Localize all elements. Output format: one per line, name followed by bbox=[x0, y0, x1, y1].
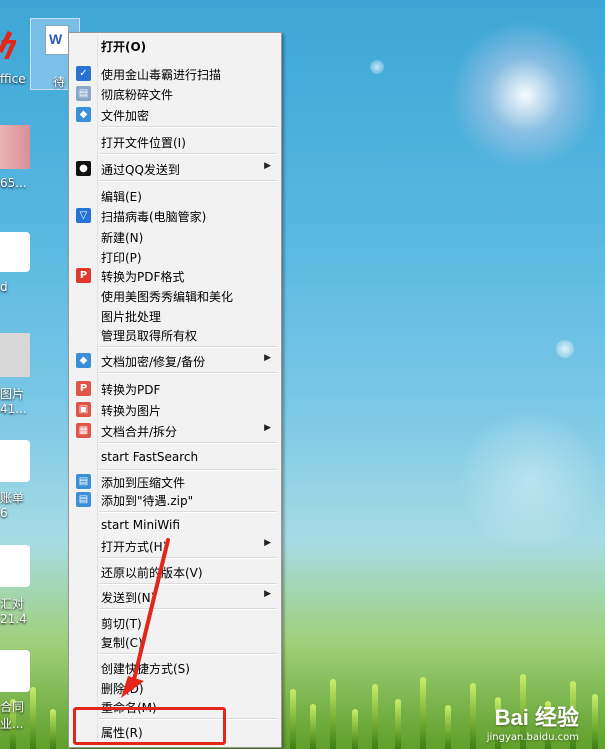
annotation-arrow bbox=[0, 30, 170, 698]
